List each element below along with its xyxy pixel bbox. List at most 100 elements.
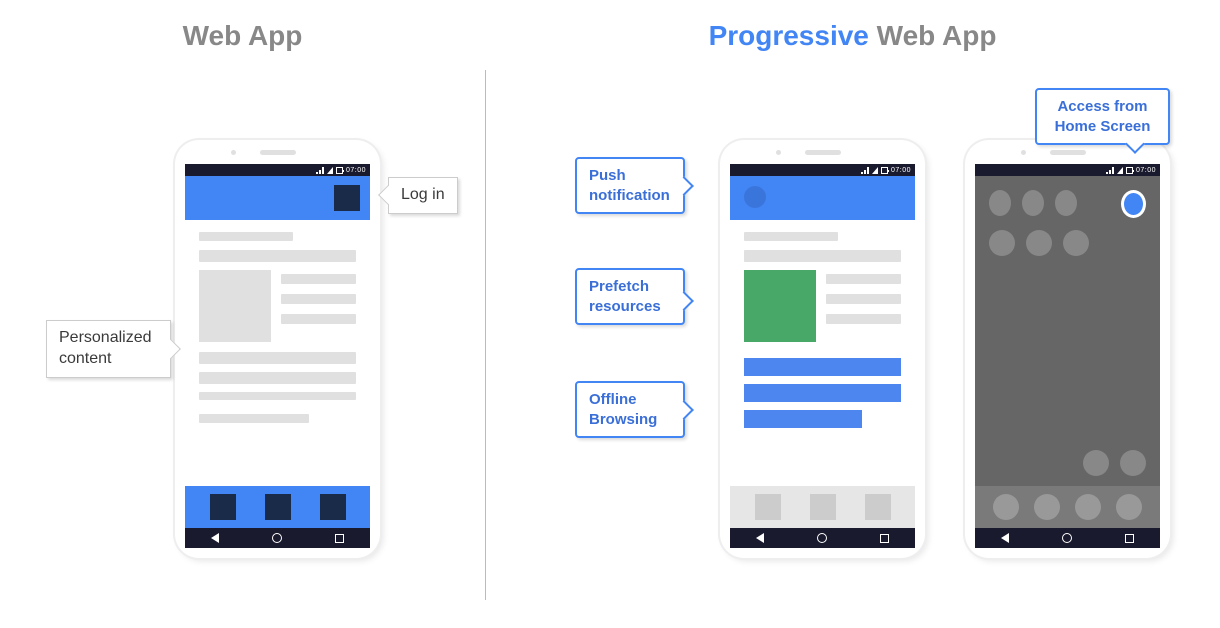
title-pwa-accent: Progressive <box>709 20 869 51</box>
signal-icon <box>861 167 869 174</box>
app-icon[interactable] <box>1120 450 1146 476</box>
phone-earpiece <box>805 150 841 155</box>
app-bar <box>185 176 370 220</box>
app-icon[interactable] <box>1022 190 1044 216</box>
dock-icon[interactable] <box>1116 494 1142 520</box>
phone-earpiece <box>260 150 296 155</box>
callout-text: Log in <box>401 186 445 203</box>
app-icon[interactable] <box>1026 230 1052 256</box>
back-icon[interactable] <box>211 533 219 543</box>
offline-content-line <box>744 384 901 402</box>
home-screen <box>975 176 1160 528</box>
phone-camera <box>1021 150 1026 155</box>
callout-text: Offline Browsing <box>589 391 657 428</box>
callout-text: Personalized content <box>59 329 152 367</box>
text-line <box>199 232 293 241</box>
dock-icon[interactable] <box>993 494 1019 520</box>
image-placeholder <box>199 270 271 342</box>
push-notification-indicator[interactable] <box>744 186 766 208</box>
status-time: 07:00 <box>1136 167 1156 174</box>
status-bar: 07:00 <box>730 164 915 176</box>
status-time: 07:00 <box>346 167 366 174</box>
status-time: 07:00 <box>891 167 911 174</box>
wifi-icon <box>327 167 333 174</box>
callout-push: Push notification <box>575 157 685 214</box>
recent-icon[interactable] <box>880 534 889 543</box>
text-line <box>826 274 901 284</box>
nav-item[interactable] <box>810 494 836 520</box>
status-bar: 07:00 <box>975 164 1160 176</box>
callout-homescreen: Access from Home Screen <box>1035 88 1170 145</box>
phone-camera <box>231 150 236 155</box>
prefetched-resource <box>744 270 816 342</box>
dock-icon[interactable] <box>1034 494 1060 520</box>
wifi-icon <box>872 167 878 174</box>
phone-screen: 07:00 <box>730 164 915 548</box>
phone-pwa-app: 07:00 <box>720 140 925 558</box>
text-line <box>281 274 356 284</box>
nav-item[interactable] <box>755 494 781 520</box>
login-button[interactable] <box>334 185 360 211</box>
callout-text: Access from Home Screen <box>1055 98 1151 135</box>
content-area <box>185 220 370 423</box>
app-icon[interactable] <box>989 190 1011 216</box>
nav-item[interactable] <box>265 494 291 520</box>
text-line <box>281 314 356 324</box>
phone-home-screen: 07:00 <box>965 140 1170 558</box>
text-line <box>744 232 838 241</box>
nav-item[interactable] <box>320 494 346 520</box>
phone-web-app: 07:00 <box>175 140 380 558</box>
app-icon[interactable] <box>1083 450 1109 476</box>
offline-content-line <box>744 358 901 376</box>
phone-screen: 07:00 <box>185 164 370 548</box>
bottom-nav <box>730 486 915 528</box>
vertical-divider <box>485 70 486 600</box>
home-icon[interactable] <box>817 533 827 543</box>
callout-offline: Offline Browsing <box>575 381 685 438</box>
text-line <box>281 294 356 304</box>
text-line <box>744 250 901 262</box>
home-icon[interactable] <box>1062 533 1072 543</box>
bottom-nav <box>185 486 370 528</box>
title-pwa-rest: Web App <box>869 20 997 51</box>
content-area <box>730 220 915 428</box>
recent-icon[interactable] <box>1125 534 1134 543</box>
callout-personalized: Personalized content <box>46 320 171 378</box>
dock-icon[interactable] <box>1075 494 1101 520</box>
home-dock <box>975 486 1160 528</box>
text-line <box>199 250 356 262</box>
title-web-app: Web App <box>0 20 485 52</box>
battery-icon <box>881 167 888 174</box>
signal-icon <box>316 167 324 174</box>
app-icon[interactable] <box>1063 230 1089 256</box>
phone-earpiece <box>1050 150 1086 155</box>
callout-text: Push notification <box>589 167 670 204</box>
text-line <box>199 372 356 384</box>
back-icon[interactable] <box>756 533 764 543</box>
battery-icon <box>336 167 343 174</box>
app-icon[interactable] <box>989 230 1015 256</box>
battery-icon <box>1126 167 1133 174</box>
pwa-homescreen-icon[interactable] <box>1121 190 1146 218</box>
nav-item[interactable] <box>865 494 891 520</box>
phone-camera <box>776 150 781 155</box>
app-icon[interactable] <box>1055 190 1077 216</box>
callout-login: Log in <box>388 177 458 214</box>
home-icon[interactable] <box>272 533 282 543</box>
wifi-icon <box>1117 167 1123 174</box>
app-bar <box>730 176 915 220</box>
nav-item[interactable] <box>210 494 236 520</box>
callout-prefetch: Prefetch resources <box>575 268 685 325</box>
recent-icon[interactable] <box>335 534 344 543</box>
text-line <box>199 352 356 364</box>
android-nav-bar <box>975 528 1160 548</box>
status-bar: 07:00 <box>185 164 370 176</box>
android-nav-bar <box>185 528 370 548</box>
title-pwa: Progressive Web App <box>485 20 1220 52</box>
text-line <box>199 414 309 423</box>
signal-icon <box>1106 167 1114 174</box>
text-line <box>199 392 356 400</box>
text-line <box>826 314 901 324</box>
callout-text: Prefetch resources <box>589 278 661 315</box>
back-icon[interactable] <box>1001 533 1009 543</box>
